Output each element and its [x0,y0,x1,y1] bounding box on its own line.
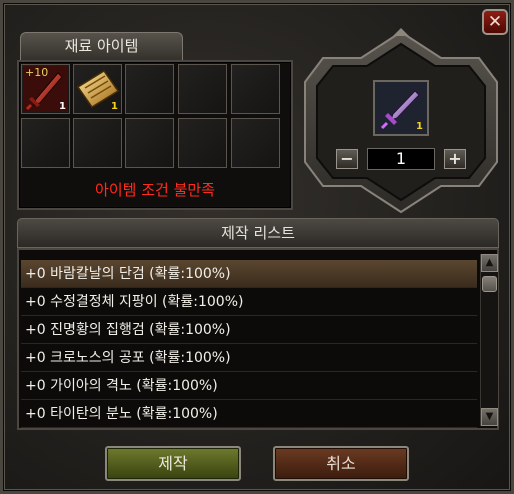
material-slot-empty[interactable] [178,64,227,114]
materials-panel: +10 1 1 아이템 조건 불만족 [17,60,293,210]
material-slot-empty[interactable] [21,118,70,168]
enchant-level: +10 [25,66,49,79]
result-count: 1 [416,121,423,132]
craft-list-header: 제작 리스트 [17,218,499,248]
item-count: 1 [111,101,118,112]
material-slot[interactable]: +10 1 [21,64,70,114]
cancel-button[interactable]: 취소 [273,446,409,481]
material-slot-empty[interactable] [231,64,280,114]
material-slot[interactable]: 1 [73,64,122,114]
craft-list-item[interactable]: +0 가이아의 격노 (확률:100%) [21,372,477,400]
craft-list-item[interactable]: +0 크로노스의 공포 (확률:100%) [21,344,477,372]
material-slot-empty[interactable] [73,118,122,168]
craft-list: +0 바람칼날의 단검 (확률:100%) +0 수정결정체 지팡이 (확률:1… [17,248,499,430]
materials-tab: 재료 아이템 [20,32,183,60]
condition-message: 아이템 조건 불만족 [95,181,215,199]
quantity-input[interactable]: 1 [367,148,435,170]
craft-button[interactable]: 제작 [105,446,241,481]
result-slot[interactable]: 1 [373,80,429,136]
scroll-thumb[interactable] [482,276,497,292]
craft-list-item[interactable]: +0 진명황의 집행검 (확률:100%) [21,316,477,344]
quantity-plus-button[interactable]: + [444,149,466,169]
quantity-minus-button[interactable]: − [336,149,358,169]
craft-list-item[interactable]: +0 타이탄의 분노 (확률:100%) [21,400,477,428]
craft-list-item[interactable]: +0 바람칼날의 단검 (확률:100%) [21,260,477,288]
scroll-up-button[interactable]: ▲ [481,254,498,272]
result-frame: 1 − 1 + [301,28,501,216]
material-slot-empty[interactable] [231,118,280,168]
scrollbar[interactable]: ▲ ▼ [480,254,498,426]
material-slot-empty[interactable] [178,118,227,168]
material-slot-empty[interactable] [125,64,174,114]
craft-list-item[interactable]: +0 수정결정체 지팡이 (확률:100%) [21,288,477,316]
material-slot-empty[interactable] [125,118,174,168]
item-count: 1 [59,101,66,112]
scroll-down-button[interactable]: ▼ [481,408,498,426]
crafting-window: ✕ 재료 아이템 +10 1 1 아이템 조건 불만족 1 − 1 + 제작 리… [0,0,514,494]
